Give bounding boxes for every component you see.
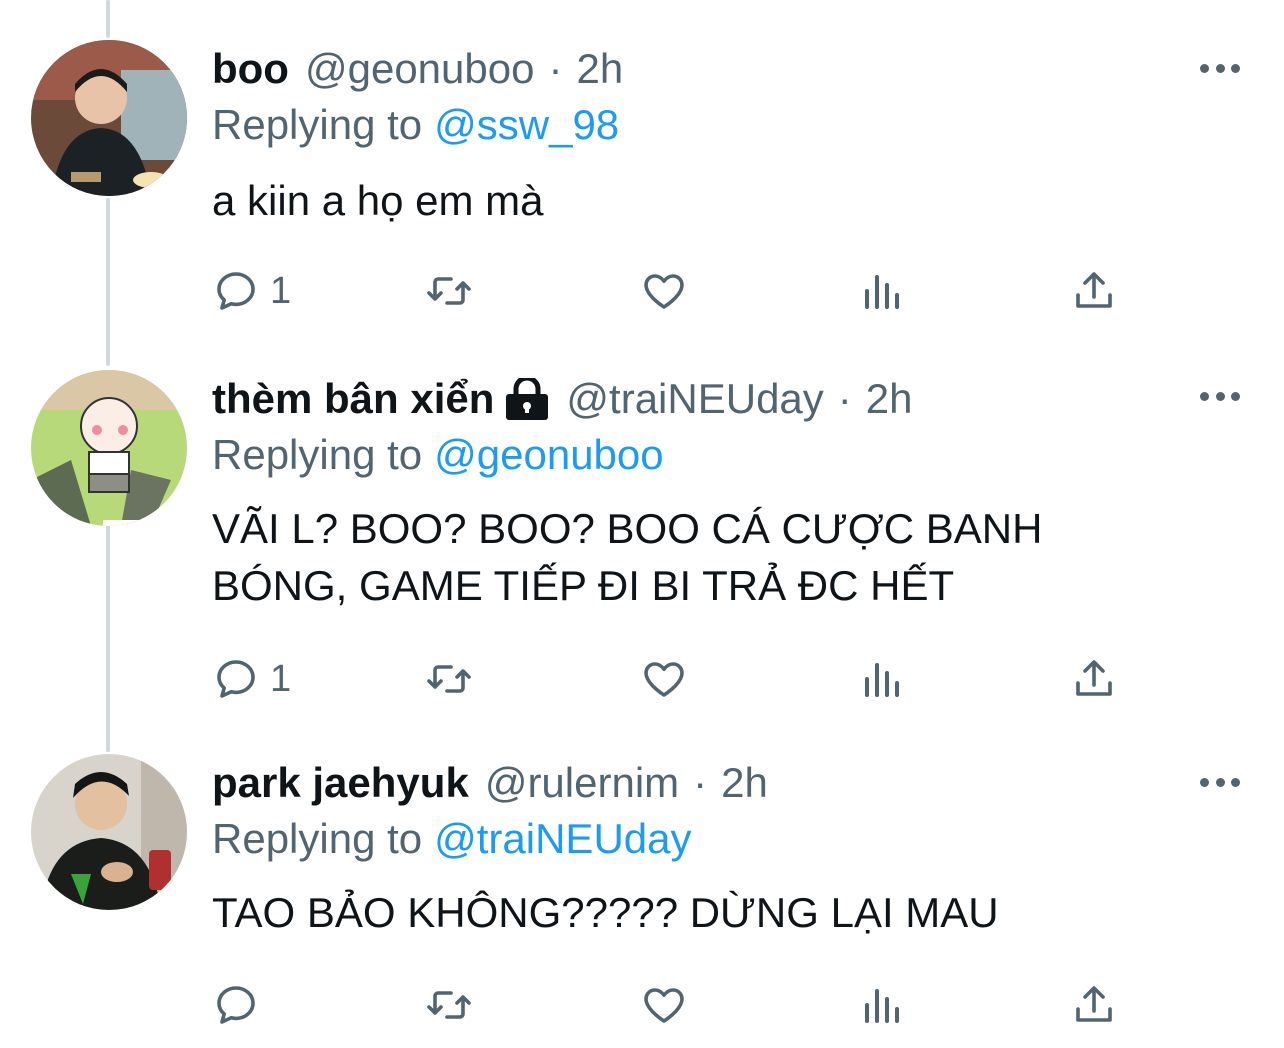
reply-icon — [217, 660, 255, 698]
tweet[interactable]: park jaehyuk @rulernim · 2h Replying to @… — [0, 754, 1284, 1044]
reply-count: 1 — [270, 657, 292, 700]
retweet-icon — [427, 277, 471, 305]
avatar[interactable] — [31, 370, 187, 526]
replying-to-label: Replying to — [212, 815, 423, 862]
retweet-button[interactable] — [425, 980, 473, 1030]
more-icon[interactable] — [1200, 60, 1240, 76]
tweet-text-line: BÓNG, GAME TIẾP ĐI BI TRẢ ĐC HẾT — [212, 562, 955, 609]
like-button[interactable] — [640, 266, 688, 316]
analytics-icon — [865, 663, 899, 697]
tweet-text: a kiin a họ em mà — [212, 172, 1212, 229]
retweet-icon — [427, 665, 471, 693]
replying-to-label: Replying to — [212, 101, 423, 148]
tweet[interactable]: thèm bân xiển @traiNEUday · 2h Replying … — [0, 370, 1284, 730]
replying-to: Replying to @geonuboo — [212, 430, 664, 480]
share-button[interactable] — [1070, 266, 1118, 316]
reply-button[interactable]: 1 — [212, 266, 291, 316]
heart-icon — [644, 662, 684, 697]
tweet-header: thèm bân xiển @traiNEUday · 2h — [212, 374, 913, 424]
share-icon — [1076, 272, 1112, 308]
replying-to-label: Replying to — [212, 431, 423, 478]
more-icon[interactable] — [1200, 774, 1240, 790]
like-button[interactable] — [640, 654, 688, 704]
share-icon — [1076, 660, 1112, 696]
replying-to: Replying to @ssw_98 — [212, 100, 619, 150]
user-handle[interactable]: @rulernim — [485, 758, 679, 808]
tweet-header: park jaehyuk @rulernim · 2h — [212, 758, 768, 808]
thread-line — [106, 0, 110, 38]
tweet-text-line: VÃI L? BOO? BOO? BOO CÁ CƯỢC BANH — [212, 505, 1043, 552]
separator: · — [693, 759, 708, 806]
analytics-button[interactable] — [857, 654, 905, 704]
tweet-text-line: a kiin a họ em mà — [212, 177, 544, 224]
reply-button[interactable] — [212, 980, 270, 1030]
timestamp[interactable]: 2h — [721, 758, 768, 808]
action-bar: 1 — [212, 654, 1132, 704]
tweet-text-line: TAO BẢO KHÔNG????? DỪNG LẠI MAU — [212, 889, 999, 936]
lock-icon — [504, 375, 550, 420]
display-name[interactable]: park jaehyuk — [212, 758, 469, 808]
like-button[interactable] — [640, 980, 688, 1030]
retweet-icon — [427, 991, 471, 1019]
action-bar — [212, 980, 1132, 1030]
tweet-text: VÃI L? BOO? BOO? BOO CÁ CƯỢC BANH BÓNG, … — [212, 500, 1212, 614]
analytics-icon — [865, 989, 899, 1023]
separator: · — [548, 45, 563, 92]
heart-icon — [644, 988, 684, 1023]
action-bar: 1 — [212, 266, 1132, 316]
separator: · — [837, 375, 852, 422]
avatar[interactable] — [31, 754, 187, 910]
analytics-button[interactable] — [857, 266, 905, 316]
timestamp[interactable]: 2h — [866, 374, 913, 424]
analytics-button[interactable] — [857, 980, 905, 1030]
more-icon[interactable] — [1200, 388, 1240, 404]
replying-to: Replying to @traiNEUday — [212, 814, 692, 864]
avatar[interactable] — [31, 40, 187, 196]
tweet-header: boo @geonuboo · 2h — [212, 44, 623, 94]
timestamp[interactable]: 2h — [576, 44, 623, 94]
analytics-icon — [865, 275, 899, 309]
share-button[interactable] — [1070, 980, 1118, 1030]
retweet-button[interactable] — [425, 266, 473, 316]
mention-link[interactable]: @ssw_98 — [434, 101, 619, 148]
tweet-text: TAO BẢO KHÔNG????? DỪNG LẠI MAU — [212, 884, 1212, 941]
user-handle[interactable]: @geonuboo — [305, 44, 535, 94]
reply-button[interactable]: 1 — [212, 654, 291, 704]
heart-icon — [644, 274, 684, 309]
mention-link[interactable]: @geonuboo — [434, 431, 664, 478]
display-name[interactable]: boo — [212, 44, 289, 94]
reply-icon — [217, 272, 255, 310]
share-button[interactable] — [1070, 654, 1118, 704]
user-handle[interactable]: @traiNEUday — [566, 374, 823, 424]
reply-icon — [217, 986, 255, 1024]
reply-count: 1 — [270, 269, 292, 312]
tweet[interactable]: boo @geonuboo · 2h Replying to @ssw_98 a … — [0, 40, 1284, 340]
share-icon — [1076, 986, 1112, 1022]
mention-link[interactable]: @traiNEUday — [434, 815, 691, 862]
display-name[interactable]: thèm bân xiển — [212, 374, 494, 424]
retweet-button[interactable] — [425, 654, 473, 704]
